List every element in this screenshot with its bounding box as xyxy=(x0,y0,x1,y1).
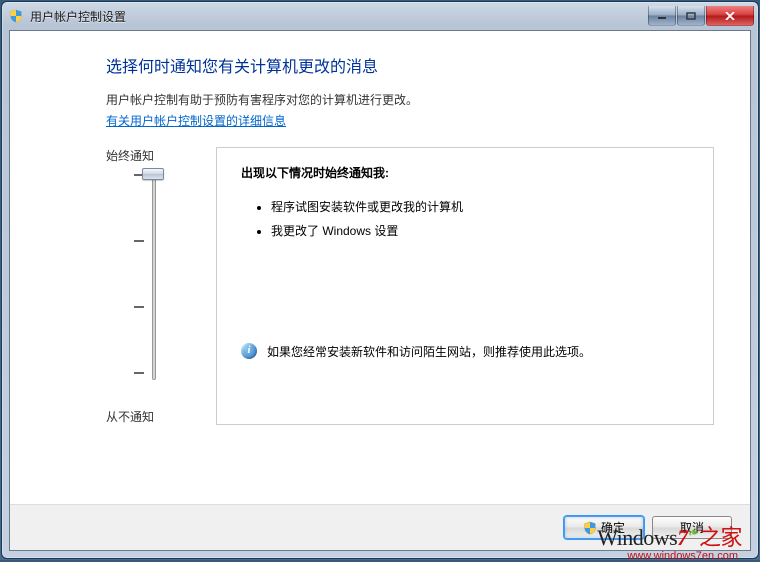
close-button[interactable] xyxy=(706,6,754,26)
window-frame: 用户帐户控制设置 选择何时通知您有关计算机更改的消息 用户帐户控制有助于预防有害… xyxy=(1,1,759,559)
slider-tick xyxy=(134,372,144,374)
titlebar[interactable]: 用户帐户控制设置 xyxy=(2,2,758,30)
ok-button[interactable]: 确定 xyxy=(564,516,644,539)
list-item: 程序试图安装软件或更改我的计算机 xyxy=(271,195,689,219)
uac-shield-icon xyxy=(8,8,24,24)
recommendation-text: 如果您经常安装新软件和访问陌生网站，则推荐使用此选项。 xyxy=(267,343,591,362)
slider-tick xyxy=(134,306,144,308)
slider-column: 始终通知 从不通知 xyxy=(46,147,216,425)
window-title: 用户帐户控制设置 xyxy=(30,8,648,25)
slider-thumb[interactable] xyxy=(142,168,164,180)
window-controls xyxy=(648,6,754,26)
slider[interactable] xyxy=(46,170,216,400)
cancel-button[interactable]: 取消 xyxy=(652,516,732,539)
slider-track xyxy=(152,170,156,380)
description-heading: 出现以下情况时始终通知我: xyxy=(241,164,689,181)
main-area: 始终通知 从不通知 出现以下情况时始终通知我: 程序试图安装软件或更改我的计算机… xyxy=(46,147,714,425)
client-area: 选择何时通知您有关计算机更改的消息 用户帐户控制有助于预防有害程序对您的计算机进… xyxy=(9,30,751,551)
slider-tick xyxy=(134,240,144,242)
maximize-button[interactable] xyxy=(677,6,705,26)
description-list: 程序试图安装软件或更改我的计算机 我更改了 Windows 设置 xyxy=(271,195,689,243)
recommendation-note: i 如果您经常安装新软件和访问陌生网站，则推荐使用此选项。 xyxy=(241,343,689,362)
slider-label-never: 从不通知 xyxy=(106,408,216,425)
description-panel: 出现以下情况时始终通知我: 程序试图安装软件或更改我的计算机 我更改了 Wind… xyxy=(216,147,714,425)
cancel-label: 取消 xyxy=(680,519,704,536)
intro-text: 用户帐户控制有助于预防有害程序对您的计算机进行更改。 xyxy=(106,91,714,110)
uac-shield-icon xyxy=(583,521,597,535)
more-info-link[interactable]: 有关用户帐户控制设置的详细信息 xyxy=(106,112,286,129)
info-icon: i xyxy=(241,343,257,359)
page-title: 选择何时通知您有关计算机更改的消息 xyxy=(106,53,714,77)
minimize-button[interactable] xyxy=(648,6,676,26)
button-row: 确定 取消 xyxy=(10,504,750,550)
list-item: 我更改了 Windows 设置 xyxy=(271,219,689,243)
slider-label-always: 始终通知 xyxy=(106,147,216,164)
ok-label: 确定 xyxy=(601,519,625,536)
